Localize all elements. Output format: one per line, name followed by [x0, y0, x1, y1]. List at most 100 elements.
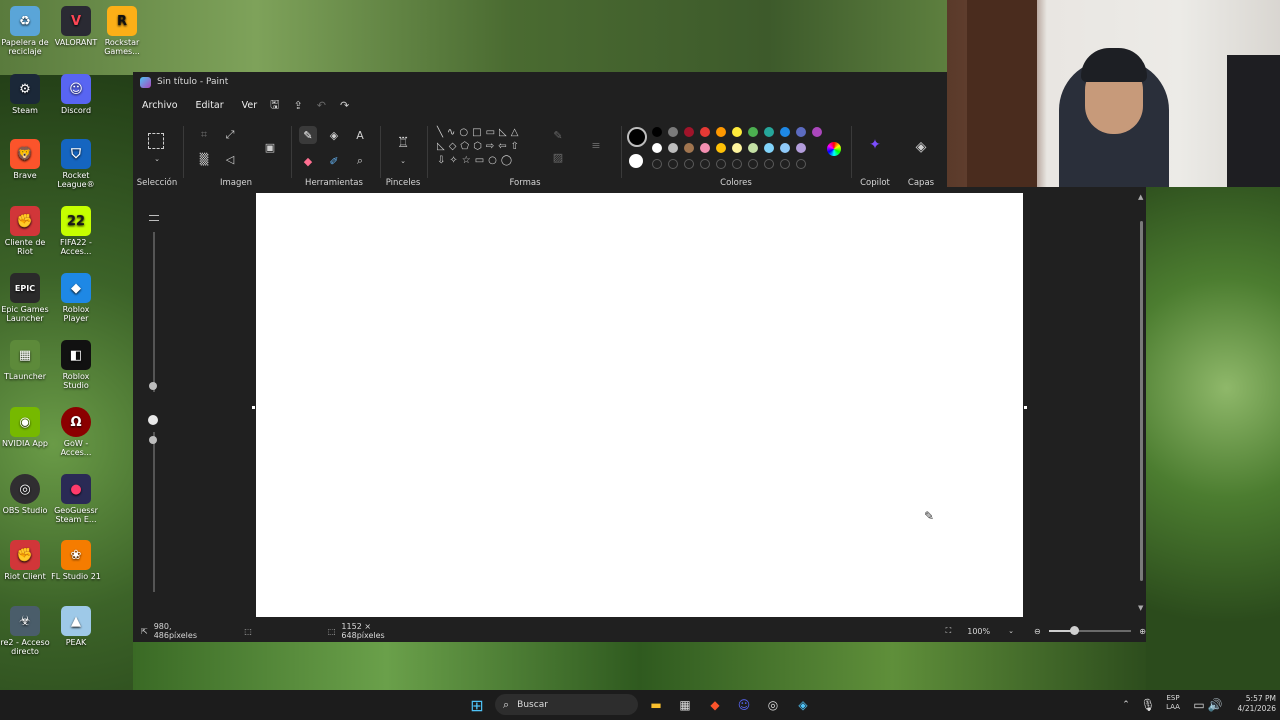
custom-color-slot[interactable] [796, 159, 806, 169]
vertical-scrollbar[interactable]: ▲ ▼ [1138, 193, 1143, 613]
desktop-icon-gow[interactable]: Ω GoW - Acces... [51, 407, 101, 457]
desktop-icon-nvidia[interactable]: ◉ NVIDIA App [0, 407, 50, 448]
menu-ver[interactable]: Ver [233, 100, 267, 111]
chevron-down-icon[interactable]: ⌄ [1008, 627, 1014, 635]
color-swatch[interactable] [732, 127, 742, 137]
desktop-icon-fl-studio[interactable]: ❀ FL Studio 21 [51, 540, 101, 581]
desktop-icon-peak[interactable]: ▲ PEAK [51, 606, 101, 647]
outline-icon[interactable]: ✎ [549, 126, 567, 144]
pencil-icon[interactable]: ✎ [299, 126, 317, 144]
color-swatch[interactable] [684, 143, 694, 153]
image-select-icon[interactable]: ▣ [261, 138, 279, 156]
select-rectangle-icon[interactable] [148, 133, 164, 149]
rotate-icon[interactable]: ◁ [221, 150, 239, 168]
desktop-icon-roblox-studio[interactable]: ◧ Roblox Studio [51, 340, 101, 390]
custom-color-slot[interactable] [748, 159, 758, 169]
scroll-down-icon[interactable]: ▼ [1138, 604, 1143, 612]
custom-color-slot[interactable] [700, 159, 710, 169]
color-swatch[interactable] [668, 143, 678, 153]
size-icon[interactable]: ≡ [587, 136, 605, 154]
resize-handle-right[interactable] [1024, 406, 1027, 409]
custom-color-slot[interactable] [780, 159, 790, 169]
microphone-icon[interactable]: 🎙 [1138, 695, 1158, 715]
opacity-slider-thumb[interactable] [149, 436, 157, 444]
magnifier-icon[interactable]: ⌕ [351, 152, 369, 170]
secondary-color[interactable] [629, 154, 643, 168]
scroll-up-icon[interactable]: ▲ [1138, 193, 1143, 201]
remove-background-icon[interactable]: ▒ [195, 150, 213, 168]
color-swatch[interactable] [732, 143, 742, 153]
color-swatch[interactable] [716, 143, 726, 153]
desktop-icon-epic-games[interactable]: EPIC Epic Games Launcher [0, 273, 50, 323]
zoom-out-icon[interactable]: ⊖ [1034, 627, 1041, 636]
resize-handle-left[interactable] [252, 406, 255, 409]
search-box[interactable]: ⌕ Buscar [495, 694, 638, 715]
windows-start-icon[interactable]: ⊞ [467, 695, 487, 715]
color-swatch[interactable] [780, 127, 790, 137]
color-swatch[interactable] [764, 127, 774, 137]
opacity-slider[interactable] [153, 432, 155, 592]
undo-icon[interactable]: ↶ [317, 99, 326, 112]
chevron-up-icon[interactable]: ⌃ [1116, 695, 1136, 715]
volume-icon[interactable]: 🔊 [1205, 695, 1225, 715]
custom-color-slot[interactable] [764, 159, 774, 169]
desktop-icon-brave[interactable]: 🦁 Brave [0, 139, 50, 180]
desktop-icon-geoguessr[interactable]: ● GeoGuessr Steam E... [51, 474, 101, 524]
desktop-icon-valorant[interactable]: V VALORANT [51, 6, 101, 47]
custom-color-slot[interactable] [732, 159, 742, 169]
save-icon[interactable]: 🖫 [270, 96, 279, 115]
redo-icon[interactable]: ↷ [340, 99, 349, 112]
paint-taskbar-icon[interactable]: ◈ [793, 695, 813, 715]
zoom-slider[interactable] [1048, 626, 1132, 635]
shapes-gallery[interactable]: ╲∿○□▭◺△ ◺◇⬠⬡⇨⇦⇧ ⇩✧☆▭○◯ [437, 126, 541, 168]
discord-taskbar-icon[interactable]: ☺ [734, 695, 754, 715]
crop-icon[interactable]: ⌗ [195, 126, 213, 144]
fill-icon[interactable]: ▨ [549, 148, 567, 166]
desktop-icon-fifa22[interactable]: 22 FIFA22 - Acces... [51, 206, 101, 256]
color-swatch[interactable] [700, 127, 710, 137]
color-wheel-icon[interactable] [827, 142, 841, 156]
color-swatch[interactable] [652, 127, 662, 137]
scrollbar-thumb[interactable] [1140, 221, 1143, 581]
layers-icon[interactable]: ◈ [912, 138, 930, 156]
fit-to-window-icon[interactable]: ⛶ [946, 626, 952, 636]
chevron-down-icon[interactable]: ⌄ [394, 152, 412, 170]
desktop-icon-riot-client[interactable]: ✊ Cliente de Riot [0, 206, 50, 256]
drawing-canvas[interactable]: ✎ [256, 193, 1023, 617]
eraser-icon[interactable]: ◆ [299, 152, 317, 170]
color-swatch[interactable] [684, 127, 694, 137]
desktop-icon-rocket-league[interactable]: ⛉ Rocket League® [51, 139, 101, 189]
menu-editar[interactable]: Editar [187, 100, 233, 111]
custom-color-slot[interactable] [716, 159, 726, 169]
desktop-icon-roblox-player[interactable]: ◆ Roblox Player [51, 273, 101, 323]
desktop-icon-obs[interactable]: ◎ OBS Studio [0, 474, 50, 515]
primary-color[interactable] [627, 127, 647, 147]
desktop-icon-rockstar[interactable]: R Rockstar Games... [102, 6, 142, 56]
file-explorer-icon[interactable]: ▬ [646, 695, 666, 715]
color-swatch[interactable] [700, 143, 710, 153]
desktop-icon-re2[interactable]: ☣ re2 - Acceso directo [0, 606, 50, 656]
color-swatch[interactable] [716, 127, 726, 137]
color-swatch[interactable] [748, 127, 758, 137]
color-swatch[interactable] [668, 127, 678, 137]
color-swatch[interactable] [796, 127, 806, 137]
brave-taskbar-icon[interactable]: ◆ [705, 695, 725, 715]
chevron-down-icon[interactable]: ⌄ [148, 150, 166, 168]
zoom-slider-thumb[interactable] [1069, 626, 1079, 635]
clock[interactable]: 5:57 PM 4/21/2026 [1226, 694, 1276, 714]
store-icon[interactable]: ▦ [675, 695, 695, 715]
desktop-icon-riot-client-2[interactable]: ✊ Riot Client [0, 540, 50, 581]
custom-color-slot[interactable] [668, 159, 678, 169]
color-picker-icon[interactable]: ✐ [325, 152, 343, 170]
color-swatch[interactable] [764, 143, 774, 153]
desktop-icon-tlauncher[interactable]: ▦ TLauncher [0, 340, 50, 381]
brush-icon[interactable]: ♖ [394, 134, 412, 152]
custom-color-slot[interactable] [652, 159, 662, 169]
language-indicator[interactable]: ESP LAA [1162, 694, 1184, 712]
thickness-slider[interactable] [153, 232, 155, 392]
color-swatch[interactable] [796, 143, 806, 153]
obs-taskbar-icon[interactable]: ◎ [763, 695, 783, 715]
desktop-icon-steam[interactable]: ⚙ Steam [0, 74, 50, 115]
text-icon[interactable]: A [351, 126, 369, 144]
resize-icon[interactable]: ⤢ [221, 126, 239, 144]
